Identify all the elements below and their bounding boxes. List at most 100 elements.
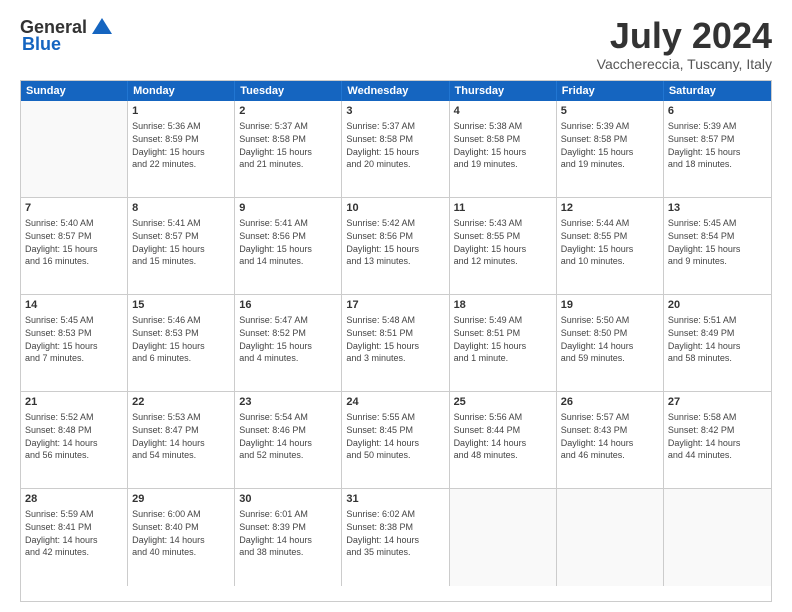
logo: General Blue bbox=[20, 16, 115, 55]
sunset-text: Sunset: 8:44 PM bbox=[454, 425, 521, 435]
daylight-text: Daylight: 15 hoursand 16 minutes. bbox=[25, 244, 98, 267]
sunrise-text: Sunrise: 5:39 AM bbox=[668, 121, 737, 131]
day-cell-6: 6Sunrise: 5:39 AMSunset: 8:57 PMDaylight… bbox=[664, 101, 771, 197]
sunrise-text: Sunrise: 6:02 AM bbox=[346, 509, 415, 519]
sunset-text: Sunset: 8:55 PM bbox=[561, 231, 628, 241]
sunrise-text: Sunrise: 5:39 AM bbox=[561, 121, 630, 131]
daylight-text: Daylight: 14 hoursand 38 minutes. bbox=[239, 535, 312, 558]
sunset-text: Sunset: 8:42 PM bbox=[668, 425, 735, 435]
day-cell-1: 1Sunrise: 5:36 AMSunset: 8:59 PMDaylight… bbox=[128, 101, 235, 197]
day-info: Sunrise: 5:37 AMSunset: 8:58 PMDaylight:… bbox=[346, 120, 444, 170]
day-cell-18: 18Sunrise: 5:49 AMSunset: 8:51 PMDayligh… bbox=[450, 295, 557, 391]
day-cell-10: 10Sunrise: 5:42 AMSunset: 8:56 PMDayligh… bbox=[342, 198, 449, 294]
sunrise-text: Sunrise: 5:48 AM bbox=[346, 315, 415, 325]
daylight-text: Daylight: 15 hoursand 19 minutes. bbox=[561, 147, 634, 170]
daylight-text: Daylight: 15 hoursand 12 minutes. bbox=[454, 244, 527, 267]
day-info: Sunrise: 5:52 AMSunset: 8:48 PMDaylight:… bbox=[25, 411, 123, 461]
sunrise-text: Sunrise: 5:59 AM bbox=[25, 509, 94, 519]
sunset-text: Sunset: 8:47 PM bbox=[132, 425, 199, 435]
sunrise-text: Sunrise: 5:50 AM bbox=[561, 315, 630, 325]
sunset-text: Sunset: 8:56 PM bbox=[346, 231, 413, 241]
day-info: Sunrise: 5:50 AMSunset: 8:50 PMDaylight:… bbox=[561, 314, 659, 364]
sunset-text: Sunset: 8:58 PM bbox=[239, 134, 306, 144]
location: Vacchereccia, Tuscany, Italy bbox=[597, 56, 772, 72]
sunset-text: Sunset: 8:50 PM bbox=[561, 328, 628, 338]
day-cell-31: 31Sunrise: 6:02 AMSunset: 8:38 PMDayligh… bbox=[342, 489, 449, 586]
sunrise-text: Sunrise: 5:38 AM bbox=[454, 121, 523, 131]
day-cell-9: 9Sunrise: 5:41 AMSunset: 8:56 PMDaylight… bbox=[235, 198, 342, 294]
day-number: 7 bbox=[25, 201, 123, 216]
day-info: Sunrise: 5:55 AMSunset: 8:45 PMDaylight:… bbox=[346, 411, 444, 461]
sunrise-text: Sunrise: 5:36 AM bbox=[132, 121, 201, 131]
daylight-text: Daylight: 15 hoursand 4 minutes. bbox=[239, 341, 312, 364]
sunset-text: Sunset: 8:57 PM bbox=[668, 134, 735, 144]
day-cell-3: 3Sunrise: 5:37 AMSunset: 8:58 PMDaylight… bbox=[342, 101, 449, 197]
day-cell-21: 21Sunrise: 5:52 AMSunset: 8:48 PMDayligh… bbox=[21, 392, 128, 488]
sunset-text: Sunset: 8:59 PM bbox=[132, 134, 199, 144]
sunset-text: Sunset: 8:40 PM bbox=[132, 522, 199, 532]
sunset-text: Sunset: 8:43 PM bbox=[561, 425, 628, 435]
month-title: July 2024 bbox=[597, 16, 772, 56]
day-info: Sunrise: 5:48 AMSunset: 8:51 PMDaylight:… bbox=[346, 314, 444, 364]
day-number: 16 bbox=[239, 298, 337, 313]
day-number: 24 bbox=[346, 395, 444, 410]
daylight-text: Daylight: 15 hoursand 14 minutes. bbox=[239, 244, 312, 267]
empty-cell bbox=[664, 489, 771, 586]
day-cell-22: 22Sunrise: 5:53 AMSunset: 8:47 PMDayligh… bbox=[128, 392, 235, 488]
day-info: Sunrise: 5:45 AMSunset: 8:54 PMDaylight:… bbox=[668, 217, 767, 267]
day-number: 6 bbox=[668, 104, 767, 119]
day-number: 23 bbox=[239, 395, 337, 410]
daylight-text: Daylight: 14 hoursand 44 minutes. bbox=[668, 438, 741, 461]
sunrise-text: Sunrise: 5:37 AM bbox=[346, 121, 415, 131]
day-number: 30 bbox=[239, 492, 337, 507]
sunset-text: Sunset: 8:58 PM bbox=[346, 134, 413, 144]
header-day-saturday: Saturday bbox=[664, 81, 771, 101]
day-info: Sunrise: 5:42 AMSunset: 8:56 PMDaylight:… bbox=[346, 217, 444, 267]
sunrise-text: Sunrise: 5:58 AM bbox=[668, 412, 737, 422]
day-number: 10 bbox=[346, 201, 444, 216]
daylight-text: Daylight: 15 hoursand 1 minute. bbox=[454, 341, 527, 364]
empty-cell bbox=[450, 489, 557, 586]
sunset-text: Sunset: 8:57 PM bbox=[25, 231, 92, 241]
header-day-friday: Friday bbox=[557, 81, 664, 101]
day-cell-27: 27Sunrise: 5:58 AMSunset: 8:42 PMDayligh… bbox=[664, 392, 771, 488]
daylight-text: Daylight: 15 hoursand 7 minutes. bbox=[25, 341, 98, 364]
day-info: Sunrise: 5:59 AMSunset: 8:41 PMDaylight:… bbox=[25, 508, 123, 558]
daylight-text: Daylight: 14 hoursand 40 minutes. bbox=[132, 535, 205, 558]
sunrise-text: Sunrise: 5:45 AM bbox=[25, 315, 94, 325]
day-info: Sunrise: 6:02 AMSunset: 8:38 PMDaylight:… bbox=[346, 508, 444, 558]
day-info: Sunrise: 5:41 AMSunset: 8:56 PMDaylight:… bbox=[239, 217, 337, 267]
day-cell-29: 29Sunrise: 6:00 AMSunset: 8:40 PMDayligh… bbox=[128, 489, 235, 586]
day-number: 14 bbox=[25, 298, 123, 313]
day-info: Sunrise: 5:46 AMSunset: 8:53 PMDaylight:… bbox=[132, 314, 230, 364]
daylight-text: Daylight: 14 hoursand 52 minutes. bbox=[239, 438, 312, 461]
sunrise-text: Sunrise: 5:55 AM bbox=[346, 412, 415, 422]
sunrise-text: Sunrise: 5:57 AM bbox=[561, 412, 630, 422]
day-number: 18 bbox=[454, 298, 552, 313]
sunrise-text: Sunrise: 5:37 AM bbox=[239, 121, 308, 131]
sunrise-text: Sunrise: 5:46 AM bbox=[132, 315, 201, 325]
sunset-text: Sunset: 8:58 PM bbox=[454, 134, 521, 144]
sunset-text: Sunset: 8:38 PM bbox=[346, 522, 413, 532]
logo-blue: Blue bbox=[22, 34, 61, 55]
header-day-wednesday: Wednesday bbox=[342, 81, 449, 101]
day-cell-5: 5Sunrise: 5:39 AMSunset: 8:58 PMDaylight… bbox=[557, 101, 664, 197]
sunrise-text: Sunrise: 5:51 AM bbox=[668, 315, 737, 325]
sunset-text: Sunset: 8:51 PM bbox=[454, 328, 521, 338]
sunset-text: Sunset: 8:51 PM bbox=[346, 328, 413, 338]
day-cell-12: 12Sunrise: 5:44 AMSunset: 8:55 PMDayligh… bbox=[557, 198, 664, 294]
header-day-thursday: Thursday bbox=[450, 81, 557, 101]
day-number: 9 bbox=[239, 201, 337, 216]
week-row-2: 7Sunrise: 5:40 AMSunset: 8:57 PMDaylight… bbox=[21, 198, 771, 295]
sunrise-text: Sunrise: 5:42 AM bbox=[346, 218, 415, 228]
day-cell-4: 4Sunrise: 5:38 AMSunset: 8:58 PMDaylight… bbox=[450, 101, 557, 197]
week-row-4: 21Sunrise: 5:52 AMSunset: 8:48 PMDayligh… bbox=[21, 392, 771, 489]
sunset-text: Sunset: 8:48 PM bbox=[25, 425, 92, 435]
sunset-text: Sunset: 8:45 PM bbox=[346, 425, 413, 435]
day-cell-26: 26Sunrise: 5:57 AMSunset: 8:43 PMDayligh… bbox=[557, 392, 664, 488]
header-day-tuesday: Tuesday bbox=[235, 81, 342, 101]
day-cell-11: 11Sunrise: 5:43 AMSunset: 8:55 PMDayligh… bbox=[450, 198, 557, 294]
calendar: SundayMondayTuesdayWednesdayThursdayFrid… bbox=[20, 80, 772, 602]
day-info: Sunrise: 5:41 AMSunset: 8:57 PMDaylight:… bbox=[132, 217, 230, 267]
day-number: 20 bbox=[668, 298, 767, 313]
